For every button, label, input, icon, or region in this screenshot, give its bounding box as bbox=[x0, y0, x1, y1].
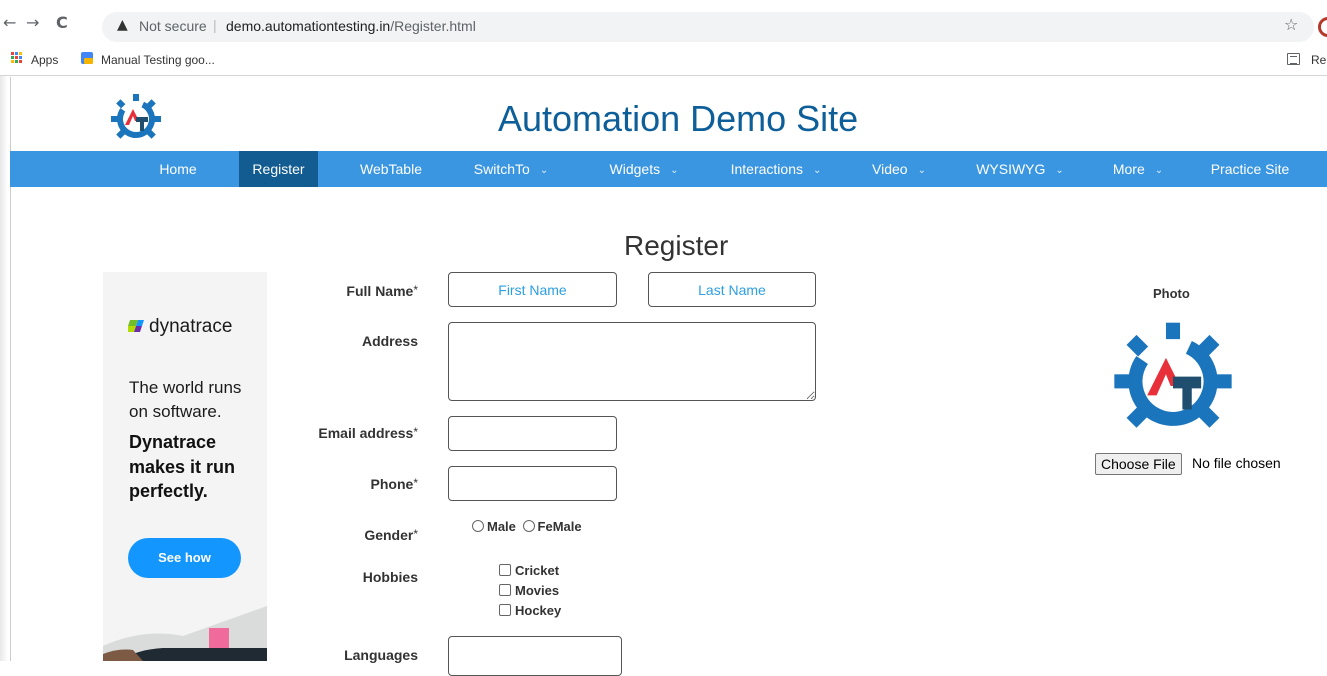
ad-bold-line-3: perfectly. bbox=[129, 481, 208, 501]
phone-label: Phone* bbox=[320, 476, 418, 492]
required-mark: * bbox=[413, 527, 418, 541]
ad-photo bbox=[103, 598, 267, 661]
ad-text-line-1: The world runs bbox=[129, 378, 242, 397]
ad-text-line-2: on software. bbox=[129, 402, 222, 421]
hobbies-label: Hobbies bbox=[362, 569, 418, 585]
address-label: Address bbox=[361, 333, 418, 349]
nav-label: WYSIWYG bbox=[976, 161, 1046, 177]
reading-list-icon[interactable] bbox=[1287, 53, 1300, 65]
ad-bold-line-2: makes it run bbox=[129, 457, 236, 477]
gender-female-label[interactable]: FeMale bbox=[538, 519, 582, 534]
back-icon[interactable]: ← bbox=[3, 13, 16, 32]
ad-see-how-button[interactable]: See how bbox=[128, 538, 241, 578]
hobby-hockey: Hockey bbox=[499, 603, 561, 618]
page-title: Register bbox=[624, 230, 729, 261]
nav-webtable[interactable]: WebTable bbox=[343, 151, 439, 187]
site-title: Automation Demo Site bbox=[498, 98, 859, 139]
reading-list-label[interactable]: Re bbox=[1311, 53, 1326, 67]
nav-interactions[interactable]: Interactions ⌄ bbox=[714, 151, 838, 187]
hockey-label[interactable]: Hockey bbox=[515, 603, 561, 618]
nav-home[interactable]: Home bbox=[140, 151, 216, 187]
address-textarea[interactable] bbox=[448, 322, 816, 401]
hockey-checkbox[interactable] bbox=[499, 604, 511, 616]
nav-label: Home bbox=[159, 161, 197, 177]
window-shadow bbox=[0, 0, 8, 661]
warning-icon[interactable]: ▲ bbox=[117, 17, 128, 33]
nav-label: Video bbox=[872, 161, 908, 177]
chevron-down-icon: ⌄ bbox=[670, 165, 679, 176]
bookmark-apps[interactable]: Apps bbox=[31, 53, 58, 67]
nav-label: Interactions bbox=[730, 161, 803, 177]
phone-input[interactable] bbox=[448, 466, 617, 501]
nav-label: Widgets bbox=[609, 161, 661, 177]
nav-label: WebTable bbox=[359, 161, 422, 177]
chevron-down-icon: ⌄ bbox=[917, 165, 926, 176]
url-host: demo.automationtesting.in bbox=[226, 18, 391, 34]
address-separator: | bbox=[213, 17, 217, 33]
movies-checkbox[interactable] bbox=[499, 584, 511, 596]
chevron-down-icon: ⌄ bbox=[812, 165, 822, 176]
nav-widgets[interactable]: Widgets ⌄ bbox=[594, 151, 694, 187]
nav-practice-site[interactable]: Practice Site bbox=[1200, 151, 1300, 187]
ad-brand: dynatrace bbox=[149, 316, 233, 337]
gender-male-label[interactable]: Male bbox=[487, 519, 516, 534]
label-text: Full Name bbox=[346, 283, 414, 299]
nav-register[interactable]: Register bbox=[239, 151, 318, 187]
site-logo-icon bbox=[111, 94, 161, 139]
label-text: Gender bbox=[364, 527, 414, 543]
cricket-checkbox[interactable] bbox=[499, 564, 511, 576]
nav-wysiwyg[interactable]: WYSIWYG ⌄ bbox=[960, 151, 1080, 187]
url-text[interactable]: demo.automationtesting.in/Register.html bbox=[226, 18, 476, 34]
bookmark-star-icon[interactable]: ☆ bbox=[1284, 15, 1298, 34]
photo-preview-logo-icon bbox=[1114, 322, 1232, 428]
file-status-text: No file chosen bbox=[1192, 455, 1281, 471]
chevron-down-icon: ⌄ bbox=[1055, 165, 1064, 176]
gender-male-radio[interactable] bbox=[472, 520, 484, 532]
nav-label: More bbox=[1112, 161, 1145, 177]
choose-file-button[interactable]: Choose File bbox=[1095, 453, 1182, 475]
chevron-down-icon: ⌄ bbox=[539, 165, 549, 176]
languages-multiselect[interactable] bbox=[448, 636, 622, 676]
required-mark: * bbox=[413, 476, 418, 490]
cricket-label[interactable]: Cricket bbox=[515, 563, 559, 578]
label-text: Email address bbox=[318, 425, 414, 441]
movies-label[interactable]: Movies bbox=[515, 583, 559, 598]
required-mark: * bbox=[413, 283, 418, 297]
first-name-input[interactable] bbox=[448, 272, 617, 307]
hobby-movies: Movies bbox=[499, 583, 559, 598]
apps-grid-icon[interactable] bbox=[11, 52, 23, 64]
required-mark: * bbox=[413, 425, 418, 439]
url-path: /Register.html bbox=[390, 18, 476, 34]
forward-icon[interactable]: → bbox=[26, 13, 39, 32]
last-name-input[interactable] bbox=[648, 272, 816, 307]
gender-label: Gender* bbox=[320, 527, 418, 543]
reload-icon[interactable]: C bbox=[56, 13, 68, 32]
bookmark-manual-testing[interactable]: Manual Testing goo... bbox=[101, 53, 215, 67]
photo-label: Photo bbox=[1153, 286, 1190, 301]
gender-options: Male FeMale bbox=[472, 519, 582, 534]
email-input[interactable] bbox=[448, 416, 617, 451]
nav-switchto[interactable]: SwitchTo ⌄ bbox=[456, 151, 566, 187]
label-text: Phone bbox=[370, 476, 414, 492]
hobby-cricket: Cricket bbox=[499, 563, 559, 578]
full-name-label: Full Name* bbox=[320, 283, 418, 299]
chevron-down-icon: ⌄ bbox=[1154, 165, 1164, 176]
nav-label: Practice Site bbox=[1210, 161, 1290, 177]
email-label: Email address* bbox=[290, 425, 418, 441]
not-secure-label[interactable]: Not secure bbox=[139, 18, 207, 34]
nav-label: SwitchTo bbox=[473, 161, 530, 177]
dynatrace-logo-icon bbox=[128, 320, 144, 332]
nav-more[interactable]: More ⌄ bbox=[1098, 151, 1178, 187]
manual-testing-favicon-icon bbox=[81, 52, 93, 64]
gender-female-radio[interactable] bbox=[522, 520, 535, 532]
nav-video[interactable]: Video ⌄ bbox=[856, 151, 942, 187]
ad-bold-line-1: Dynatrace bbox=[129, 432, 217, 452]
nav-label: Register bbox=[252, 161, 305, 177]
